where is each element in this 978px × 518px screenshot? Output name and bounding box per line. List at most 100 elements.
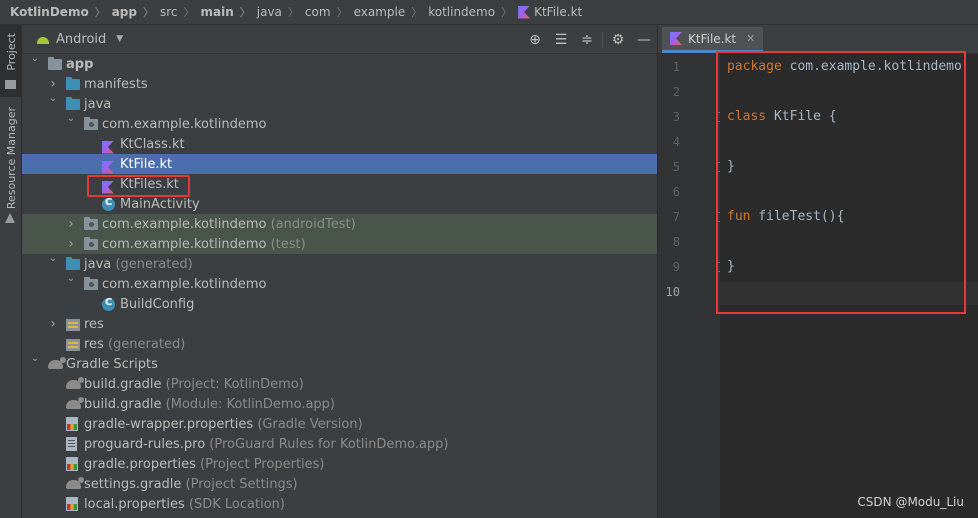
- tree-item-label: com.example.kotlindemo (test): [102, 237, 306, 252]
- chevron-down-icon[interactable]: ⌄: [66, 113, 76, 124]
- tree-item-name: KtFile.kt: [120, 156, 173, 172]
- tab-resource-manager[interactable]: Resource Manager: [0, 105, 22, 229]
- tree-item[interactable]: res (generated): [22, 334, 657, 354]
- tree-item[interactable]: proguard-rules.pro (ProGuard Rules for K…: [22, 434, 657, 454]
- chevron-down-icon: ▼: [116, 34, 124, 44]
- minimize-icon[interactable]: —: [631, 27, 657, 53]
- tree-item[interactable]: gradle.properties (Project Properties): [22, 454, 657, 474]
- tool-window-strip: Project Resource Manager: [0, 25, 22, 518]
- project-panel: Android ▼ ⊕ ☰ ≑ ⚙ — ⌄ app › manifests ⌄ java ⌄…: [22, 25, 657, 518]
- tree-item-label: local.properties (SDK Location): [84, 497, 285, 512]
- breadcrumb-item[interactable]: kotlindemo 〉: [428, 4, 518, 20]
- gradle-icon: [66, 397, 84, 409]
- tree-item[interactable]: build.gradle (Module: KotlinDemo.app): [22, 394, 657, 414]
- chevron-down-icon[interactable]: ⌄: [66, 273, 76, 284]
- breadcrumb-item[interactable]: src 〉: [160, 4, 201, 20]
- tree-item-label: KtClass.kt: [120, 137, 185, 152]
- chevron-right-icon[interactable]: ›: [48, 316, 58, 332]
- tab-project[interactable]: Project: [0, 25, 22, 97]
- tree-item-label: res: [84, 317, 104, 332]
- line-number: 9: [672, 260, 680, 274]
- tree-item-hint: (Project Settings): [185, 476, 298, 492]
- gradle-icon: [66, 477, 84, 489]
- tree-item[interactable]: KtFile.kt: [22, 154, 657, 174]
- tree-item-label: MainActivity: [120, 197, 200, 212]
- chevron-down-icon[interactable]: ⌄: [48, 93, 58, 104]
- tree-item-name: manifests: [84, 76, 148, 92]
- tree-item-name: java: [84, 96, 112, 112]
- tree-item-name: Gradle Scripts: [66, 356, 158, 372]
- view-selector-dropdown[interactable]: Android ▼: [22, 32, 123, 47]
- watermark: CSDN @Modu_Liu: [857, 495, 964, 509]
- class-icon: [102, 297, 115, 311]
- breadcrumb-item[interactable]: app 〉: [112, 4, 160, 20]
- chevron-down-icon[interactable]: ⌄: [48, 253, 58, 264]
- expand-all-icon[interactable]: ☰: [548, 27, 574, 53]
- tree-item[interactable]: build.gradle (Project: KotlinDemo): [22, 374, 657, 394]
- resources-folder-icon: [66, 319, 80, 331]
- breadcrumb-item[interactable]: com 〉: [305, 4, 354, 20]
- breadcrumb-separator-icon: 〉: [501, 6, 513, 19]
- tab-ktfile[interactable]: KtFile.kt ✕: [662, 27, 764, 53]
- tree-item[interactable]: ⌄ com.example.kotlindemo: [22, 113, 657, 134]
- tree-item[interactable]: ⌄ Gradle Scripts: [22, 353, 657, 374]
- tree-item[interactable]: ⌄ com.example.kotlindemo: [22, 273, 657, 294]
- gear-icon[interactable]: ⚙: [605, 27, 631, 53]
- tree-item-label: proguard-rules.pro (ProGuard Rules for K…: [84, 437, 448, 452]
- collapse-all-icon[interactable]: ≑: [574, 27, 600, 53]
- chevron-right-icon[interactable]: ›: [48, 76, 58, 92]
- breadcrumb-item-label: kotlindemo: [428, 5, 496, 19]
- properties-file-icon: [66, 417, 78, 431]
- tree-item[interactable]: ⌄ app: [22, 53, 657, 74]
- editor-tab-bar: KtFile.kt ✕: [658, 25, 978, 54]
- tree-item[interactable]: BuildConfig: [22, 294, 657, 314]
- chevron-down-icon[interactable]: ⌄: [30, 353, 40, 364]
- chevron-right-icon[interactable]: ›: [66, 216, 76, 232]
- tree-item-name: build.gradle: [84, 376, 162, 392]
- breadcrumb-separator-icon: 〉: [287, 6, 299, 19]
- breadcrumb-item[interactable]: main 〉: [201, 4, 257, 20]
- tree-item[interactable]: › manifests: [22, 74, 657, 94]
- tab-project-label: Project: [4, 33, 18, 71]
- breadcrumb-separator-icon: 〉: [183, 6, 195, 19]
- breadcrumb-item[interactable]: example 〉: [354, 4, 429, 20]
- breadcrumb-item-label: KotlinDemo: [10, 5, 89, 19]
- tree-item[interactable]: KtClass.kt: [22, 134, 657, 154]
- breadcrumb-separator-icon: 〉: [336, 6, 348, 19]
- breadcrumb-separator-icon: 〉: [142, 6, 154, 19]
- tree-item-label: manifests: [84, 77, 148, 92]
- breadcrumb-item-label: KtFile.kt: [534, 5, 583, 19]
- breadcrumb-item-label: com: [304, 5, 331, 19]
- tree-item[interactable]: ⌄ java (generated): [22, 253, 657, 274]
- tree-item[interactable]: ⌄ java: [22, 93, 657, 114]
- tree-item[interactable]: › res: [22, 314, 657, 334]
- tree-item-name: local.properties: [84, 496, 185, 512]
- close-icon[interactable]: ✕: [746, 32, 755, 45]
- breadcrumb-item[interactable]: KtFile.kt: [518, 5, 582, 19]
- gradle-icon: [66, 377, 84, 389]
- tree-item[interactable]: › com.example.kotlindemo (test): [22, 234, 657, 254]
- tree-item[interactable]: MainActivity: [22, 194, 657, 214]
- tree-item-label: build.gradle (Project: KotlinDemo): [84, 377, 304, 392]
- locate-icon[interactable]: ⊕: [522, 27, 548, 53]
- breadcrumb-item[interactable]: java 〉: [257, 4, 305, 20]
- breadcrumb-item-label: main: [200, 5, 234, 19]
- tree-item[interactable]: gradle-wrapper.properties (Gradle Versio…: [22, 414, 657, 434]
- breadcrumb-item-label: src: [159, 5, 178, 19]
- tab-resource-manager-label: Resource Manager: [4, 106, 18, 210]
- resource-manager-icon: [5, 213, 15, 223]
- tree-item-label: Gradle Scripts: [66, 357, 158, 372]
- tree-item-name: res: [84, 316, 104, 332]
- line-number: 8: [672, 235, 680, 249]
- breadcrumb-item[interactable]: KotlinDemo 〉: [10, 4, 112, 20]
- line-number: 3: [672, 110, 680, 124]
- tree-item[interactable]: local.properties (SDK Location): [22, 494, 657, 514]
- tree-item-name: com.example.kotlindemo: [102, 276, 267, 292]
- chevron-right-icon[interactable]: ›: [66, 236, 76, 252]
- chevron-down-icon[interactable]: ⌄: [30, 53, 40, 64]
- line-number: 5: [672, 160, 680, 174]
- tree-item[interactable]: settings.gradle (Project Settings): [22, 474, 657, 494]
- tree-item-label: res (generated): [84, 337, 185, 352]
- breadcrumb: KotlinDemo 〉 app 〉 src 〉 main 〉 java 〉 com 〉 example…: [0, 0, 978, 25]
- tree-item[interactable]: › com.example.kotlindemo (androidTest): [22, 214, 657, 234]
